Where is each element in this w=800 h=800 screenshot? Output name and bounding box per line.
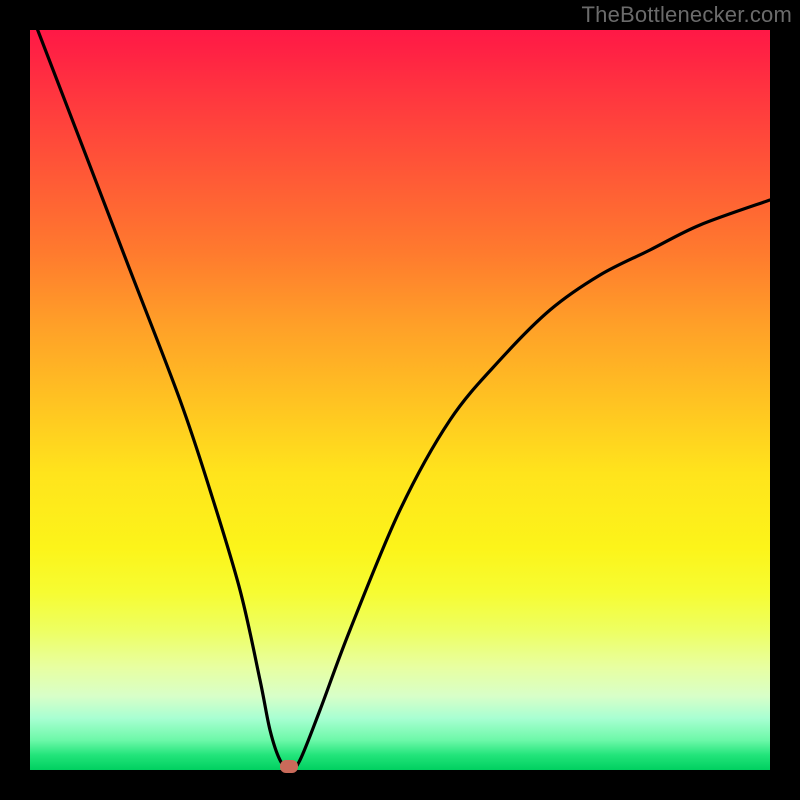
chart-plot-area xyxy=(30,30,770,770)
optimal-point-marker xyxy=(280,760,298,773)
bottleneck-curve xyxy=(30,30,770,770)
attribution-text: TheBottlenecker.com xyxy=(582,2,792,28)
chart-curve-svg xyxy=(30,30,770,770)
